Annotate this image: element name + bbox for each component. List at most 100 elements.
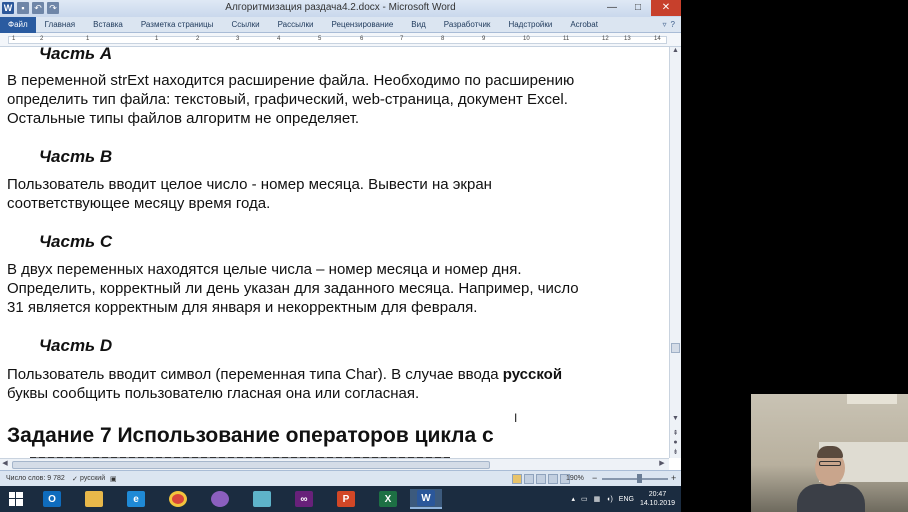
tab-acrobat[interactable]: Acrobat — [561, 17, 607, 33]
ruler-number: 2 — [40, 36, 44, 42]
part-b-line: Пользователь вводит целое число - номер … — [7, 176, 492, 193]
horizontal-scroll-thumb[interactable] — [12, 461, 490, 469]
presenter-hair — [817, 446, 843, 458]
clock-date: 14.10.2019 — [639, 500, 675, 507]
ruler-number: 1 — [12, 36, 16, 42]
picasa-icon[interactable] — [204, 489, 236, 509]
ruler-number: 7 — [400, 36, 404, 42]
windows-taskbar: O e ∞ P X W ▴ ▭ ▦ ◖) ENG 20:47 14.10.201… — [0, 486, 681, 512]
zoom-in-button[interactable]: + — [671, 473, 676, 483]
tab-developer[interactable]: Разработчик — [435, 17, 500, 33]
ruler-number: 3 — [236, 36, 240, 42]
next-page-icon[interactable]: ⇟ — [670, 448, 681, 458]
word-window: W ▪ ↶ ↷ Алгоритмизация раздача4.2.docx -… — [0, 0, 681, 512]
status-bar: Число слов: 9 782 ✓ русский ▣ 190% − + — [0, 470, 681, 486]
ruler-number: 13 — [624, 36, 631, 42]
scroll-down-icon[interactable]: ▼ — [670, 415, 681, 425]
close-button[interactable]: ✕ — [651, 0, 681, 16]
prev-page-icon[interactable]: ⇞ — [670, 429, 681, 439]
ruler-number: 2 — [196, 36, 200, 42]
check-icon[interactable]: ✓ — [72, 475, 78, 483]
system-tray: ▴ ▭ ▦ ◖) ENG 20:47 14.10.2019 — [571, 486, 675, 512]
tab-home[interactable]: Главная — [36, 17, 84, 33]
network-icon[interactable]: ▦ — [594, 495, 601, 503]
ceiling-light — [847, 394, 897, 404]
ruler-number: 8 — [441, 36, 445, 42]
window-controls: — □ ✕ — [599, 0, 681, 16]
horizontal-scrollbar[interactable]: ◀ ▶ — [0, 458, 669, 470]
ruler-number: 1 — [86, 36, 90, 42]
tab-view[interactable]: Вид — [402, 17, 434, 33]
tab-references[interactable]: Ссылки — [222, 17, 268, 33]
window-title: Алгоритмизация раздача4.2.docx - Microso… — [225, 2, 456, 13]
zoom-out-button[interactable]: − — [592, 473, 597, 483]
ruler-number: 1 — [155, 36, 159, 42]
zoom-level[interactable]: 190% — [566, 475, 584, 482]
volume-icon[interactable]: ◖) — [606, 496, 613, 503]
ribbon-expand-icon[interactable]: ▿ — [663, 20, 667, 29]
action-center-icon[interactable]: ▭ — [581, 495, 588, 503]
tab-page-layout[interactable]: Разметка страницы — [132, 17, 223, 33]
input-language[interactable]: ENG — [619, 496, 634, 503]
scroll-left-icon[interactable]: ◀ — [0, 459, 10, 467]
document-page[interactable]: Часть A В переменной strExt находится ра… — [0, 47, 669, 458]
part-c-heading: Часть C — [39, 232, 113, 251]
scroll-up-icon[interactable]: ▲ — [670, 47, 681, 57]
ruler-number: 5 — [318, 36, 322, 42]
language-indicator[interactable]: русский — [80, 475, 105, 482]
powerpoint-icon[interactable]: P — [330, 489, 362, 509]
file-explorer-icon[interactable] — [78, 489, 110, 509]
horizontal-ruler[interactable]: 1 2 1 1 2 3 4 5 6 7 8 9 10 11 12 13 14 — [0, 33, 681, 47]
clock[interactable]: 20:47 14.10.2019 — [640, 490, 675, 508]
chrome-icon[interactable] — [162, 489, 194, 509]
part-a-line: определить тип файла: текстовый, графиче… — [7, 91, 568, 108]
presenter-body — [797, 484, 865, 512]
macro-icon[interactable]: ▣ — [110, 475, 117, 483]
tab-insert[interactable]: Вставка — [84, 17, 132, 33]
visual-studio-icon[interactable]: ∞ — [288, 489, 320, 509]
tab-review[interactable]: Рецензирование — [323, 17, 403, 33]
part-a-line: В переменной strExt находится расширение… — [7, 72, 575, 89]
windows-start-icon[interactable] — [3, 488, 29, 510]
clock-time: 20:47 — [648, 491, 667, 498]
part-a-line: Остальные типы файлов алгоритм не опреде… — [7, 110, 360, 127]
outlook-icon[interactable]: O — [36, 489, 68, 509]
part-d-line: буквы сообщить пользователю гласная она … — [7, 385, 420, 402]
part-a-heading: Часть A — [39, 47, 113, 63]
part-d-text: Пользователь вводит символ (переменная т… — [7, 366, 503, 383]
ribbon-right-icons: ▿ ? — [663, 20, 681, 29]
internet-explorer-icon[interactable]: e — [120, 489, 152, 509]
part-d-bold-text: русской — [502, 366, 563, 383]
scroll-right-icon[interactable]: ▶ — [657, 459, 667, 467]
ruler-number: 10 — [523, 36, 530, 42]
tab-file[interactable]: Файл — [0, 16, 36, 33]
ribbon-tabs: Файл Главная Вставка Разметка страницы С… — [0, 16, 681, 33]
ruler-number: 4 — [277, 36, 281, 42]
ruler-number: 6 — [360, 36, 364, 42]
vertical-scroll-thumb[interactable] — [671, 343, 680, 353]
tab-mailings[interactable]: Рассылки — [269, 17, 323, 33]
zoom-slider[interactable] — [602, 478, 668, 480]
ruler-number: 12 — [602, 36, 609, 42]
presenter-glasses — [819, 461, 841, 466]
web-layout-view-icon[interactable] — [536, 474, 546, 484]
print-layout-view-icon[interactable] — [512, 474, 522, 484]
tab-addins[interactable]: Надстройки — [499, 17, 561, 33]
tray-expand-icon[interactable]: ▴ — [571, 495, 575, 503]
outline-view-icon[interactable] — [548, 474, 558, 484]
maximize-button[interactable]: □ — [625, 0, 651, 16]
zoom-slider-handle[interactable] — [637, 474, 642, 483]
full-screen-view-icon[interactable] — [524, 474, 534, 484]
part-d-line: Пользователь вводит символ (переменная т… — [7, 365, 562, 384]
ruler-number: 14 — [654, 36, 661, 42]
ruler-number: 9 — [482, 36, 486, 42]
notepad-icon[interactable] — [246, 489, 278, 509]
word-taskbar-icon[interactable]: W — [410, 489, 442, 509]
part-c-line: Определить, корректный ли день указан дл… — [7, 280, 579, 297]
minimize-button[interactable]: — — [599, 0, 625, 16]
help-icon[interactable]: ? — [671, 20, 675, 29]
vertical-scrollbar[interactable]: ▲ ▼ ⇞ ● ⇟ — [669, 47, 681, 458]
excel-icon[interactable]: X — [372, 489, 404, 509]
part-d-heading: Часть D — [39, 336, 113, 355]
word-count[interactable]: Число слов: 9 782 — [6, 475, 65, 482]
